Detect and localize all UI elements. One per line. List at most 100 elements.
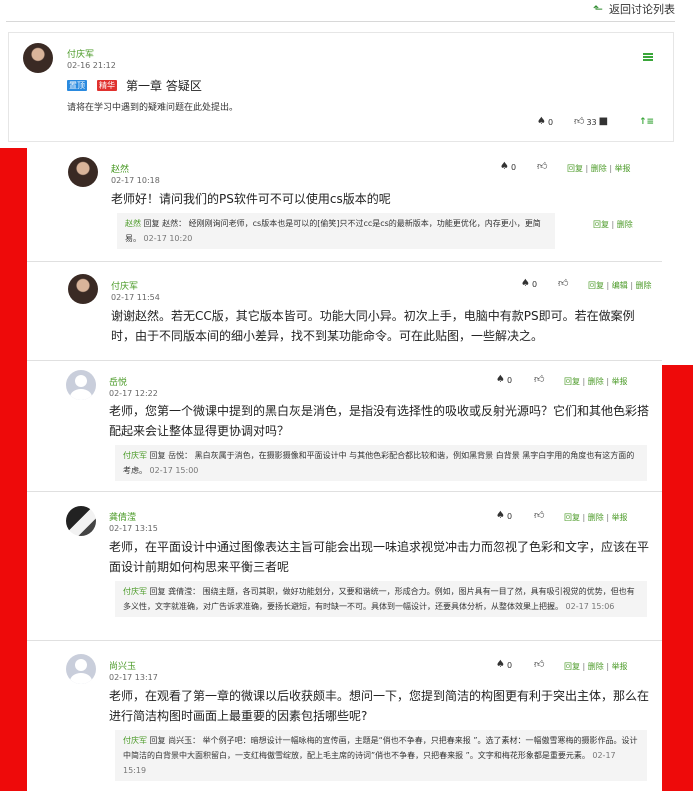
avatar[interactable] <box>66 370 96 400</box>
delete-button[interactable]: 删除 <box>588 377 604 386</box>
reply-text: 老师，您第一个微课中提到的黑白灰是消色，是指没有选择性的吸收或反射光源吗？它们和… <box>109 404 650 438</box>
award-icon: ♠ <box>496 510 505 521</box>
avatar[interactable] <box>68 157 98 187</box>
sub-reply-text: 黑白灰属于消色，在摄影摄像和平面设计中 与其他色彩配合都比较和谐，例如黑背景 白… <box>123 451 635 475</box>
red-bar-right <box>662 365 693 791</box>
reply-button[interactable]: 回复 <box>564 377 580 386</box>
delete-button[interactable]: 删除 <box>636 281 652 290</box>
reply-button[interactable]: 回复 <box>588 281 604 290</box>
thumbs-up-icon: 👍︎ <box>534 510 545 521</box>
like-button[interactable]: 👍︎ <box>534 511 544 521</box>
thumbs-up-icon: 👍︎ <box>574 116 585 127</box>
reply-actions: 回复 | 删除 | 举报 <box>564 662 628 671</box>
reply-actions: 回复 | 删除 | 举报 <box>567 164 631 173</box>
reply-text: 老师好！请问我们的PS软件可不可以使用cs版本的呢 <box>111 192 391 206</box>
report-button[interactable]: 举报 <box>615 164 631 173</box>
sub-reply-time: 02-17 10:20 <box>143 234 193 243</box>
post-time: 02-16 21:12 <box>67 61 116 70</box>
reply-card: 付庆军 02-17 11:54 ♠ 0 👍︎ 回复 | 编辑 | 删除 谢谢赵然。… <box>27 263 662 361</box>
back-label: 返回讨论列表 <box>609 3 675 16</box>
like-button[interactable]: 👍︎ <box>558 279 568 289</box>
reply-time: 02-17 10:18 <box>111 176 160 185</box>
delete-button[interactable]: 删除 <box>591 164 607 173</box>
edit-button[interactable]: 编辑 <box>612 281 628 290</box>
sub-reply: 付庆军 回复 岳悦： 黑白灰属于消色，在摄影摄像和平面设计中 与其他色彩配合都比… <box>115 445 647 481</box>
award-stat[interactable]: ♠ 0 <box>496 511 512 521</box>
thumbs-up-icon: 👍︎ <box>537 161 548 172</box>
award-icon: ♠ <box>496 659 505 670</box>
award-stat[interactable]: ♠ 0 <box>496 660 512 670</box>
sub-reply: 付庆军 回复 龚倩滢： 围绕主题，各司其职，做好功能划分，又要和谐统一，形成合力… <box>115 581 647 617</box>
reply-time: 02-17 13:17 <box>109 673 158 682</box>
like-stat[interactable]: 👍︎ 33 ■ <box>574 117 608 127</box>
reply-author[interactable]: 赵然 <box>111 162 129 175</box>
red-bar-left <box>0 148 27 791</box>
menu-icon[interactable] <box>643 53 653 61</box>
award-icon: ♠ <box>500 161 509 172</box>
back-arrow-icon: ⬑ <box>592 2 603 16</box>
pinned-badge: 置顶 <box>67 80 87 91</box>
sub-reply-author[interactable]: 付庆军 <box>123 587 147 596</box>
reply-actions: 回复 | 删除 | 举报 <box>564 513 628 522</box>
award-stat[interactable]: ♠ 0 <box>500 162 516 172</box>
sub-reply-author[interactable]: 付庆军 <box>123 736 147 745</box>
delete-button[interactable]: 删除 <box>588 513 604 522</box>
reply-author[interactable]: 付庆军 <box>111 279 138 292</box>
reply-card: 岳悦 02-17 12:22 ♠ 0 👍︎ 回复 | 删除 | 举报 老师，您第一… <box>27 362 662 492</box>
sort-icon[interactable]: ↑≡ <box>639 117 654 127</box>
reply-time: 02-17 12:22 <box>109 389 158 398</box>
reply-button[interactable]: 回复 <box>564 662 580 671</box>
thumbs-up-icon: 👍︎ <box>534 374 545 385</box>
reply-text: 老师，在观看了第一章的微课以后收获颇丰。想问一下，您提到简洁的构图更有利于突出主… <box>109 689 650 723</box>
top-bar: ⬑ 返回讨论列表 <box>6 0 675 22</box>
reply-actions: 回复 | 删除 | 举报 <box>564 377 628 386</box>
reply-author[interactable]: 尚兴玉 <box>109 659 136 672</box>
reply-text: 谢谢赵然。若无CC版，其它版本皆可。功能大同小异。初次上手，电脑中有款PS即可。… <box>111 309 635 343</box>
like-button[interactable]: 👍︎ <box>534 660 544 670</box>
award-stat[interactable]: ♠ 0 <box>537 117 553 127</box>
sub-reply-text: 围绕主题，各司其职，做好功能划分，又要和谐统一，形成合力。例如，图片具有一目了然… <box>123 587 635 611</box>
reply-time: 02-17 11:54 <box>111 293 160 302</box>
reply-time: 02-17 13:15 <box>109 524 158 533</box>
award-icon: ♠ <box>537 116 546 127</box>
award-stat[interactable]: ♠ 0 <box>521 279 537 289</box>
reply-card: 尚兴玉 02-17 13:17 ♠ 0 👍︎ 回复 | 删除 | 举报 老师，在观… <box>27 642 662 791</box>
avatar[interactable] <box>66 506 96 536</box>
post-title: 第一章 答疑区 <box>126 79 202 93</box>
reply-card: 赵然 02-17 10:18 ♠ 0 👍︎ 回复 | 删除 | 举报 老师好！请问… <box>27 147 662 262</box>
sub-reply-actions: 回复 | 删除 <box>593 220 633 229</box>
delete-button[interactable]: 删除 <box>588 662 604 671</box>
sub-reply-time: 02-17 15:06 <box>565 602 615 611</box>
reply-author[interactable]: 岳悦 <box>109 375 127 388</box>
sub-reply-author[interactable]: 付庆军 <box>123 451 147 460</box>
reply-author[interactable]: 龚倩滢 <box>109 510 136 523</box>
award-icon: ♠ <box>496 374 505 385</box>
avatar[interactable] <box>23 43 53 73</box>
sub-reply: 付庆军 回复 尚兴玉： 举个例子吧：暗想设计一幅咏梅的宣传画，主题是“俏也不争春… <box>115 730 647 781</box>
delete-button[interactable]: 删除 <box>617 220 633 229</box>
comment-icon: ■ <box>598 116 609 127</box>
award-stat[interactable]: ♠ 0 <box>496 375 512 385</box>
report-button[interactable]: 举报 <box>612 377 628 386</box>
avatar[interactable] <box>68 274 98 304</box>
main-post: 付庆军 02-16 21:12 置顶 精华 第一章 答疑区 请将在学习中遇到的疑… <box>8 32 674 142</box>
post-description: 请将在学习中遇到的疑难问题在此处提出。 <box>67 103 239 113</box>
sub-reply: 赵然 回复 赵然： 经刚刚询问老师，cs版本也是可以的[偷笑]只不过cc是cs的… <box>117 213 555 249</box>
reply-button[interactable]: 回复 <box>593 220 609 229</box>
sub-reply-author[interactable]: 赵然 <box>125 219 141 228</box>
featured-badge: 精华 <box>97 80 117 91</box>
reply-text: 老师，在平面设计中通过图像表达主旨可能会出现一味追求视觉冲击力而忽视了色彩和文字… <box>109 540 650 574</box>
like-button[interactable]: 👍︎ <box>534 375 544 385</box>
sub-reply-text: 举个例子吧：暗想设计一幅咏梅的宣传画，主题是“俏也不争春，只把春来报 ”。选了素… <box>123 736 638 760</box>
thumbs-up-icon: 👍︎ <box>534 659 545 670</box>
author-name[interactable]: 付庆军 <box>67 47 94 60</box>
report-button[interactable]: 举报 <box>612 662 628 671</box>
reply-card: 龚倩滢 02-17 13:15 ♠ 0 👍︎ 回复 | 删除 | 举报 老师，在平… <box>27 493 662 641</box>
reply-button[interactable]: 回复 <box>567 164 583 173</box>
back-to-list-link[interactable]: ⬑ 返回讨论列表 <box>593 1 675 17</box>
reply-button[interactable]: 回复 <box>564 513 580 522</box>
like-button[interactable]: 👍︎ <box>537 162 547 172</box>
avatar[interactable] <box>66 654 96 684</box>
report-button[interactable]: 举报 <box>612 513 628 522</box>
thumbs-up-icon: 👍︎ <box>558 278 569 289</box>
